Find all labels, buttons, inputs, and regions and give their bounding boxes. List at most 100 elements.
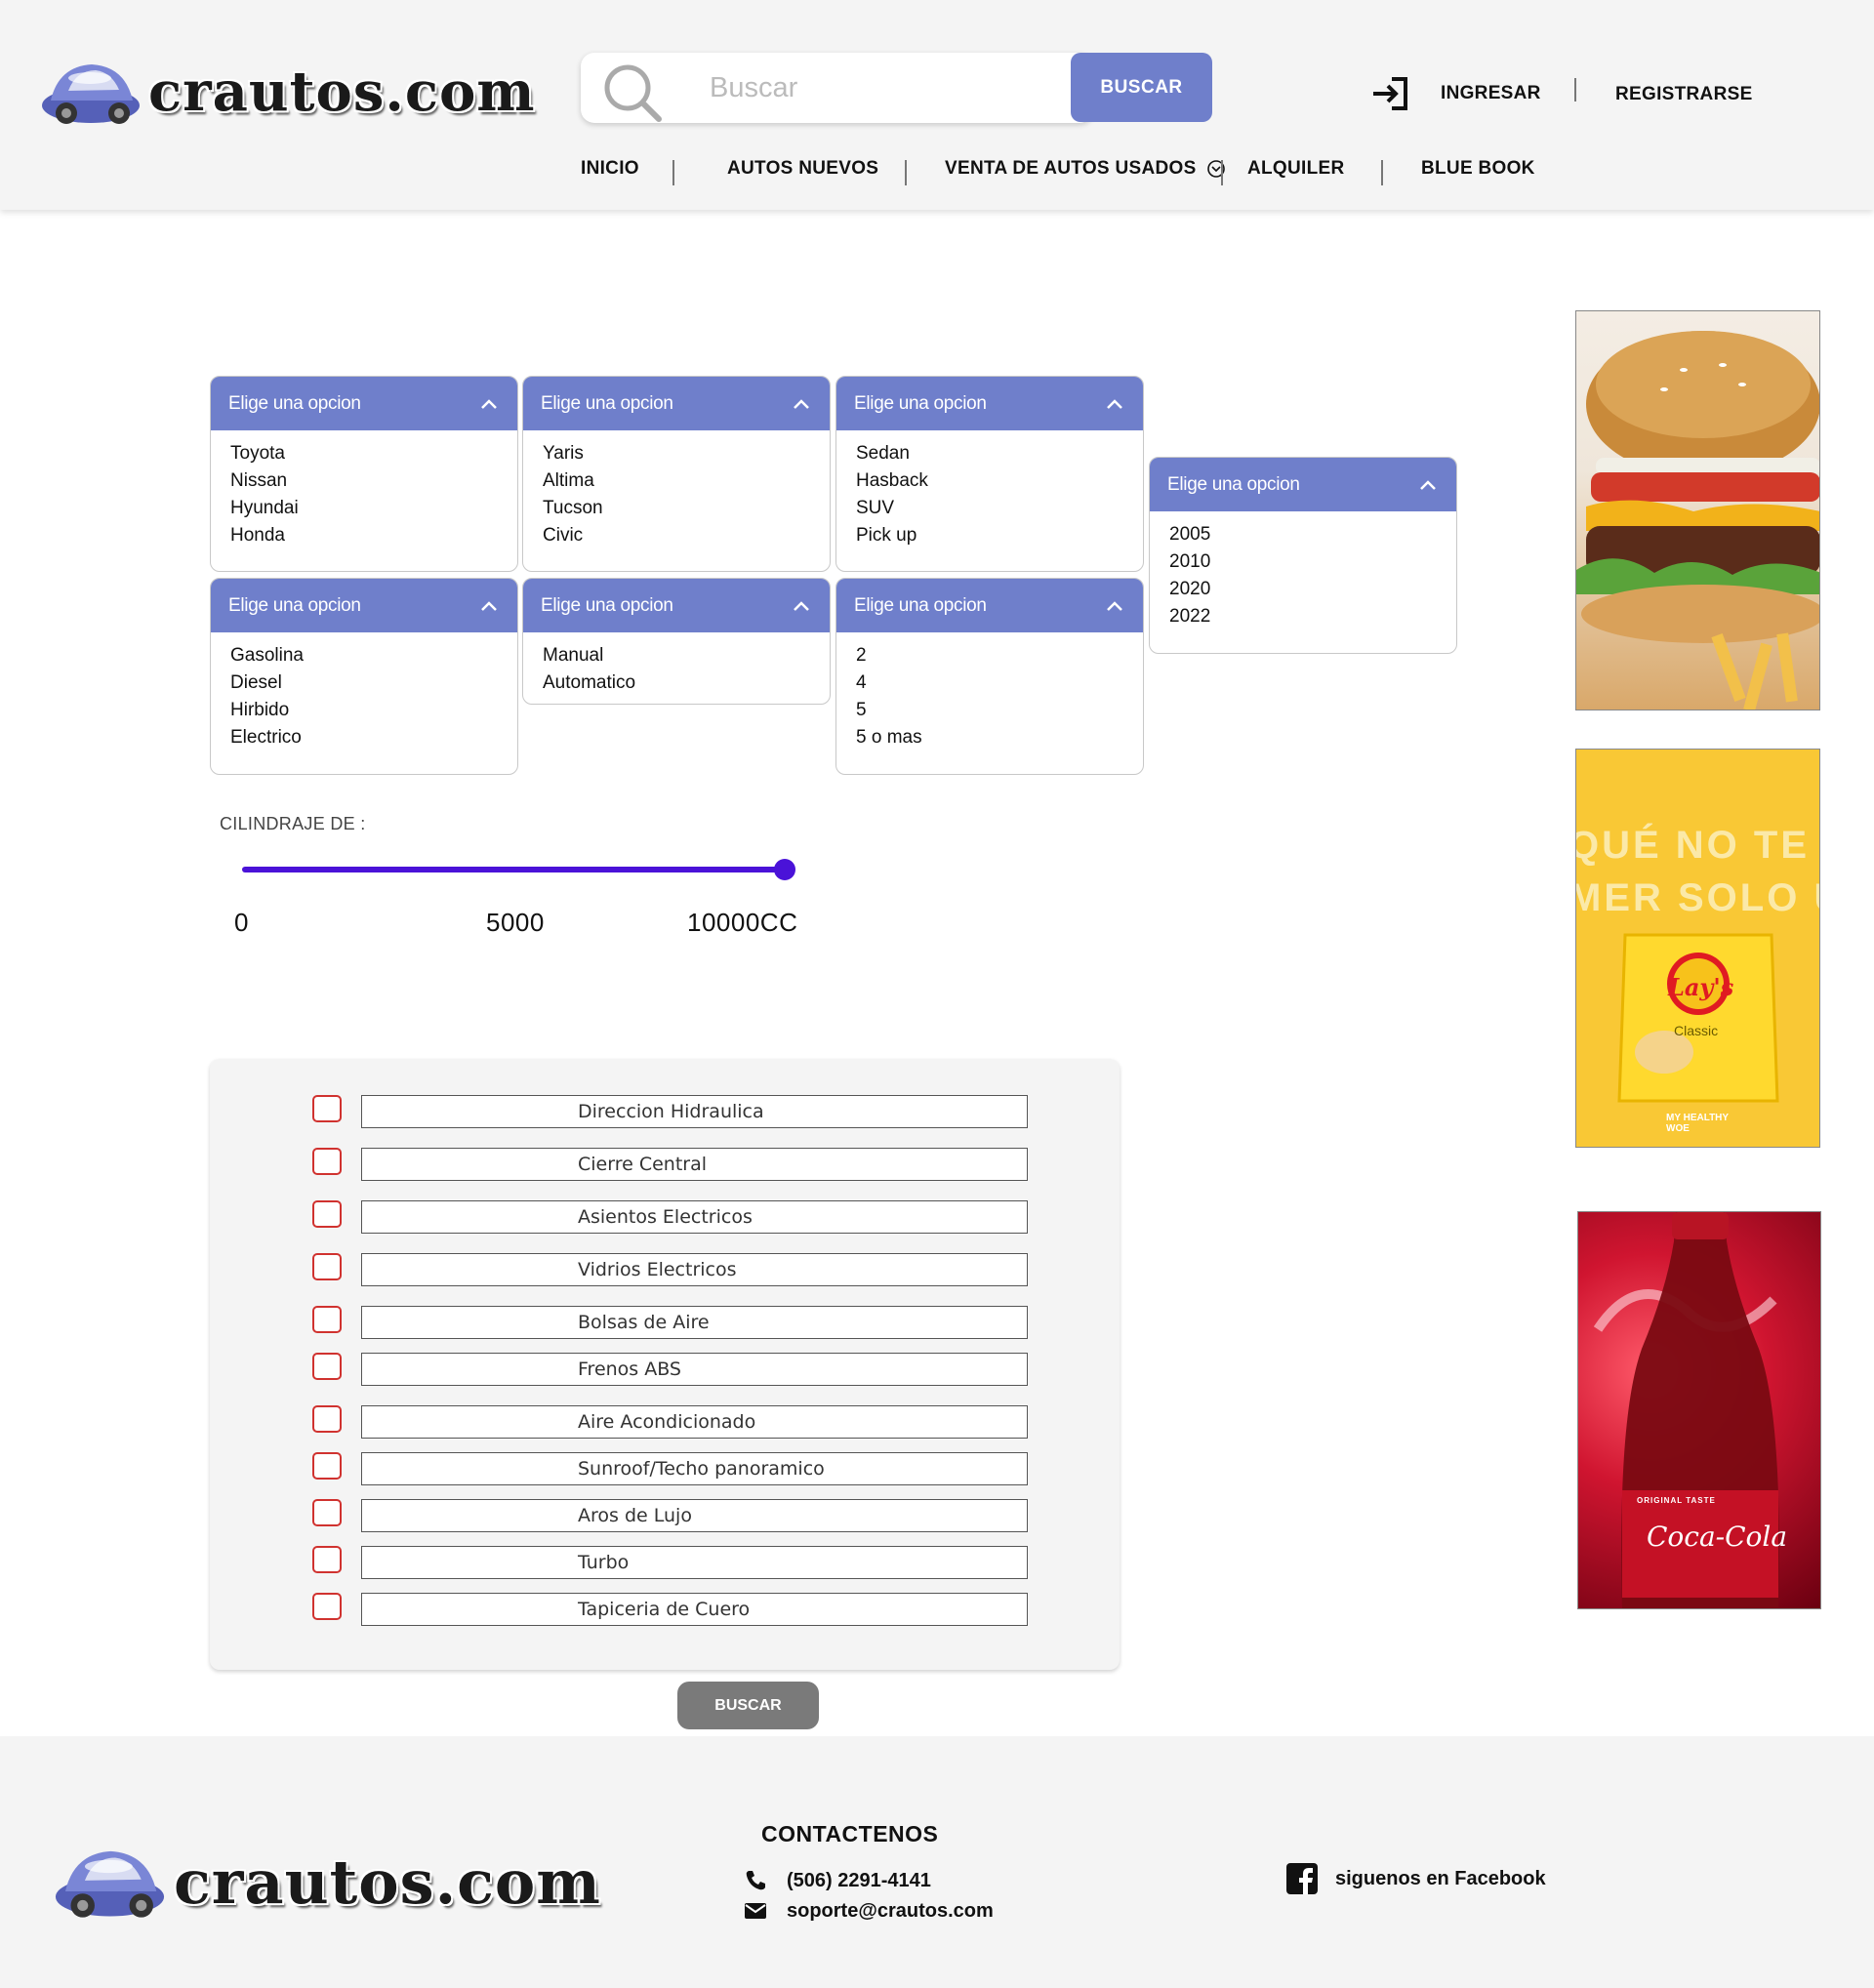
dropdown-option[interactable]: 2 [856, 642, 1143, 669]
login-label: INGRESAR [1441, 83, 1541, 103]
phone-icon [746, 1871, 765, 1890]
feature-row[interactable]: Direccion Hidraulica [210, 1095, 1120, 1128]
filter-puertas[interactable]: Elige una opcion 2 4 5 5 o mas [835, 578, 1144, 775]
filter-combustible[interactable]: Elige una opcion Gasolina Diesel Hirbido… [210, 578, 518, 775]
dropdown-option[interactable]: 2005 [1169, 521, 1456, 548]
dropdown-header[interactable]: Elige una opcion [523, 579, 830, 632]
feature-row[interactable]: Turbo [210, 1546, 1120, 1579]
dropdown-option[interactable]: Yaris [543, 440, 830, 467]
feature-checkbox[interactable] [312, 1593, 342, 1620]
chevron-up-icon [1420, 479, 1436, 490]
footer-logo[interactable]: crautos.com [54, 1843, 601, 1921]
feature-checkbox[interactable] [312, 1095, 342, 1122]
feature-row[interactable]: Sunroof/Techo panoramico [210, 1452, 1120, 1485]
search-input[interactable] [708, 70, 1030, 105]
filter-transmision[interactable]: Elige una opcion Manual Automatico [522, 578, 831, 705]
footer-logo-wordmark: crautos.com [174, 1846, 601, 1918]
dropdown-header[interactable]: Elige una opcion [1150, 458, 1456, 511]
dropdown-option[interactable]: Hyundai [230, 495, 517, 522]
feature-label: Aire Acondicionado [361, 1405, 1028, 1439]
feature-checkbox[interactable] [312, 1200, 342, 1228]
feature-checkbox[interactable] [312, 1253, 342, 1280]
feature-row[interactable]: Vidrios Electricos [210, 1253, 1120, 1286]
cilindraje-slider-track[interactable] [242, 867, 785, 872]
dropdown-option[interactable]: 5 [856, 697, 1143, 724]
nav-item-venta-usados[interactable]: VENTA DE AUTOS USADOS [945, 158, 1226, 180]
dropdown-option[interactable]: Civic [543, 522, 830, 549]
ad-coca-cola[interactable]: ORIGINAL TASTE Coca-Cola [1577, 1211, 1821, 1609]
dropdown-option[interactable]: Pick up [856, 522, 1143, 549]
dropdown-option[interactable]: Sedan [856, 440, 1143, 467]
dropdown-option[interactable]: Manual [543, 642, 830, 669]
contact-phone[interactable]: (506) 2291-4141 [744, 1869, 931, 1892]
dropdown-option[interactable]: Tucson [543, 495, 830, 522]
feature-row[interactable]: Frenos ABS [210, 1353, 1120, 1386]
feature-checkbox[interactable] [312, 1148, 342, 1175]
feature-row[interactable]: Bolsas de Aire [210, 1306, 1120, 1339]
feature-label: Tapiceria de Cuero [361, 1593, 1028, 1626]
cilindraje-label: CILINDRAJE DE : [220, 814, 366, 833]
login-link[interactable]: INGRESAR [1370, 76, 1541, 111]
dropdown-option[interactable]: Electrico [230, 724, 517, 751]
dropdown-option[interactable]: Gasolina [230, 642, 517, 669]
dropdown-header[interactable]: Elige una opcion [836, 377, 1143, 430]
dropdown-option[interactable]: 2010 [1169, 548, 1456, 576]
feature-checkbox[interactable] [312, 1452, 342, 1480]
nav-item-blue-book[interactable]: BLUE BOOK [1421, 158, 1535, 180]
nav-item-alquiler[interactable]: ALQUILER [1247, 158, 1345, 180]
filter-estilo[interactable]: Elige una opcion Sedan Hasback SUV Pick … [835, 376, 1144, 572]
dropdown-option[interactable]: Altima [543, 467, 830, 495]
dropdown-option[interactable]: Nissan [230, 467, 517, 495]
feature-row[interactable]: Aros de Lujo [210, 1499, 1120, 1532]
filter-marca[interactable]: Elige una opcion Toyota Nissan Hyundai H… [210, 376, 518, 572]
dropdown-option[interactable]: 4 [856, 669, 1143, 697]
feature-checkbox[interactable] [312, 1306, 342, 1333]
submit-search-button[interactable]: BUSCAR [677, 1682, 819, 1729]
dropdown-header[interactable]: Elige una opcion [211, 579, 517, 632]
dropdown-header[interactable]: Elige una opcion [211, 377, 517, 430]
filter-ano[interactable]: Elige una opcion 2005 2010 2020 2022 [1149, 457, 1457, 654]
dropdown-option[interactable]: Diesel [230, 669, 517, 697]
nav-divider [905, 160, 907, 185]
nav-item-inicio[interactable]: INICIO [581, 158, 639, 180]
search-icon [604, 64, 662, 122]
feature-row[interactable]: Asientos Electricos [210, 1200, 1120, 1234]
feature-checkbox[interactable] [312, 1546, 342, 1573]
facebook-link[interactable]: siguenos en Facebook [1286, 1863, 1546, 1894]
feature-row[interactable]: Tapiceria de Cuero [210, 1593, 1120, 1626]
feature-label: Aros de Lujo [361, 1499, 1028, 1532]
nav-item-autos-nuevos[interactable]: AUTOS NUEVOS [727, 158, 878, 180]
chips-bag-image [1617, 933, 1779, 1103]
filter-modelo[interactable]: Elige una opcion Yaris Altima Tucson Civ… [522, 376, 831, 572]
contact-email[interactable]: soporte@crautos.com [744, 1899, 994, 1923]
search-button[interactable]: BUSCAR [1071, 53, 1212, 122]
dropdown-option[interactable]: Honda [230, 522, 517, 549]
dropdown-header-label: Elige una opcion [854, 392, 987, 414]
feature-checkbox[interactable] [312, 1499, 342, 1526]
site-logo[interactable]: crautos.com [41, 57, 536, 127]
contact-title: CONTACTENOS [761, 1821, 939, 1846]
feature-row[interactable]: Cierre Central [210, 1148, 1120, 1181]
dropdown-option[interactable]: SUV [856, 495, 1143, 522]
slider-tick-max: 10000CC [687, 908, 798, 937]
dropdown-option[interactable]: 2022 [1169, 603, 1456, 630]
cilindraje-slider-thumb[interactable] [774, 859, 795, 880]
dropdown-option[interactable]: 2020 [1169, 576, 1456, 603]
chevron-up-icon [794, 600, 809, 611]
feature-label: Turbo [361, 1546, 1028, 1579]
chevron-down-icon [1206, 160, 1225, 178]
dropdown-option[interactable]: Hasback [856, 467, 1143, 495]
dropdown-option[interactable]: Automatico [543, 669, 830, 697]
feature-row[interactable]: Aire Acondicionado [210, 1405, 1120, 1439]
dropdown-option[interactable]: Toyota [230, 440, 517, 467]
ad-lays[interactable]: QUÉ NO TE P MER SOLO UI Lay's Classic MY… [1575, 749, 1820, 1148]
dropdown-header[interactable]: Elige una opcion [523, 377, 830, 430]
dropdown-option[interactable]: Hirbido [230, 697, 517, 724]
ad-lays-variant: Classic [1674, 1023, 1719, 1038]
register-link[interactable]: REGISTRARSE [1615, 84, 1753, 105]
feature-checkbox[interactable] [312, 1405, 342, 1433]
ad-burger[interactable] [1575, 310, 1820, 710]
dropdown-option[interactable]: 5 o mas [856, 724, 1143, 751]
dropdown-header[interactable]: Elige una opcion [836, 579, 1143, 632]
feature-checkbox[interactable] [312, 1353, 342, 1380]
